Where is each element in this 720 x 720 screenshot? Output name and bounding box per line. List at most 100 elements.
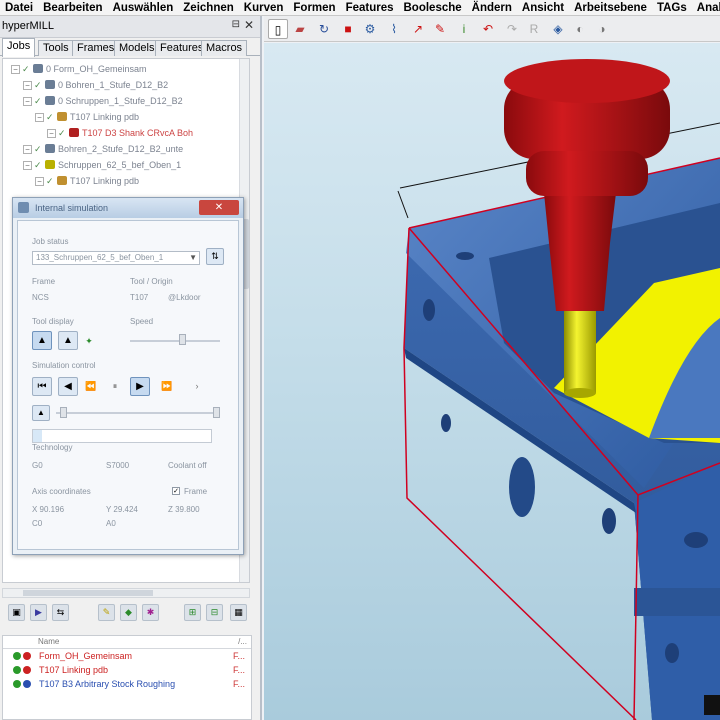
open-icon[interactable]: ▰ [290,19,310,39]
expand-icon[interactable]: − [47,129,56,138]
job-tool-icon[interactable]: ⊟ [206,604,223,621]
tool-display-solid-button[interactable]: ▲ [32,331,52,350]
menu-item-1[interactable]: Bearbeiten [38,0,107,15]
list-item[interactable]: T107 Linking pdb F... [3,663,251,677]
expand-icon[interactable]: − [35,113,44,122]
settings-icon[interactable]: ⚙ [360,19,380,39]
job-tool-icon[interactable]: ▣ [8,604,25,621]
rewind-button[interactable]: ⏮ [32,377,52,396]
edit-icon[interactable]: ✎ [430,19,450,39]
print-icon[interactable]: ■ [338,19,358,39]
job-status-select[interactable]: 133_Schruppen_62_5_bef_Oben_1 ▼ [32,251,200,265]
menu-item-7[interactable]: Boolesche [399,0,467,15]
check-icon[interactable]: ✓ [34,157,42,173]
menu-item-11[interactable]: TAGs [652,0,692,15]
menu-item-10[interactable]: Arbeitsebene [569,0,652,15]
menu-item-12[interactable]: Analy [692,0,720,15]
position-slider-end-thumb[interactable] [213,407,220,418]
expand-icon[interactable]: − [11,65,20,74]
measure-icon[interactable]: ↗ [408,19,428,39]
end-button[interactable]: › [188,378,206,395]
simulation-progress[interactable] [32,429,212,443]
tab-frames[interactable]: Frames [72,40,120,56]
expand-icon[interactable]: − [23,145,32,154]
cut-icon[interactable]: ⌇ [384,19,404,39]
dialog-title-bar[interactable]: Internal simulation ✕ [13,198,243,218]
check-icon[interactable]: ✓ [34,77,42,93]
play-icon[interactable]: ▶ [30,604,47,621]
list-item[interactable]: T107 B3 Arbitrary Stock Roughing F... [3,677,251,691]
job-tool-icon[interactable]: ✎ [98,604,115,621]
list-header-name[interactable]: Name [38,637,59,646]
info-icon[interactable]: i [454,19,474,39]
cad-viewport[interactable] [264,43,720,720]
menu-item-8[interactable]: Ändern [467,0,517,15]
job-pick-button[interactable]: ⇅ [206,248,224,265]
job-tool-icon[interactable]: ◆ [120,604,137,621]
check-icon[interactable]: ✓ [34,93,42,109]
menu-item-2[interactable]: Auswählen [108,0,179,15]
simulation-dialog: Internal simulation ✕ Job status 133_Sch… [12,197,244,555]
job-tool-icon[interactable]: ▦ [230,604,247,621]
simulation-control-label: Simulation control [32,361,96,370]
tree-item[interactable]: − ✓ T107 Linking pdb [3,173,249,189]
check-icon[interactable]: ✓ [22,61,30,77]
position-slider[interactable] [56,412,216,414]
pick-icon[interactable]: ◑ [592,19,612,39]
job-tool-icon[interactable]: ✱ [142,604,159,621]
tree-item[interactable]: − ✓ 0 Form_OH_Gemeinsam [3,61,249,77]
tree-item[interactable]: − ✓ 0 Bohren_1_Stufe_D12_B2 [3,77,249,93]
undo-icon[interactable]: ↶ [478,19,498,39]
menu-item-9[interactable]: Ansicht [517,0,569,15]
frame-checkbox[interactable]: ✓ [172,487,180,495]
menu-item-6[interactable]: Features [341,0,399,15]
speed-slider[interactable] [130,340,220,342]
expand-icon[interactable]: − [23,97,32,106]
pause-button[interactable]: ⏸ [106,378,124,395]
save-icon[interactable]: ↻ [314,19,334,39]
tab-tools[interactable]: Tools [38,40,74,56]
job-tool-icon[interactable]: ⇆ [52,604,69,621]
tab-macros[interactable]: Macros [201,40,248,56]
tree-item[interactable]: − ✓ T107 Linking pdb [3,109,249,125]
tool-display-path-button[interactable]: ✦ [80,333,98,350]
tab-jobs[interactable]: Jobs [2,38,36,57]
check-icon[interactable]: ✓ [46,173,54,189]
expand-icon[interactable]: − [23,161,32,170]
menu-item-4[interactable]: Kurven [239,0,289,15]
check-icon[interactable]: ✓ [34,141,42,157]
redo-icon[interactable]: ↷ [502,19,522,39]
tree-item[interactable]: − ✓ T107 D3 Shank CRvcA Boh [3,125,249,141]
rebuild-icon[interactable]: R [524,19,544,39]
cube-icon[interactable]: ◈ [548,19,568,39]
expand-icon[interactable]: − [23,81,32,90]
position-marker-button[interactable]: ▲ [32,405,50,421]
hscroll-thumb[interactable] [23,590,153,596]
hide-icon[interactable]: ◐ [570,19,590,39]
menu-item-3[interactable]: Zeichnen [178,0,238,15]
list-header-end[interactable]: /... [238,637,247,646]
pin-icon[interactable]: ⊟ [232,19,240,30]
check-icon[interactable]: ✓ [46,109,54,125]
tree-item[interactable]: − ✓ 0 Schruppen_1_Stufe_D12_B2 [3,93,249,109]
tree-item[interactable]: − ✓ Bohren_2_Stufe_D12_B2_unte [3,141,249,157]
menu-item-0[interactable]: Datei [0,0,38,15]
new-icon[interactable]: ▯ [268,19,288,39]
tree-item[interactable]: − ✓ Schruppen_62_5_bef_Oben_1 [3,157,249,173]
dialog-close-button[interactable]: ✕ [199,200,239,215]
position-slider-thumb[interactable] [60,407,67,418]
prev-button[interactable]: ⏪ [82,378,100,395]
job-tool-icon[interactable]: ⊞ [184,604,201,621]
list-item[interactable]: Form_OH_Gemeinsam F... [3,649,251,663]
step-back-button[interactable]: ◀ [58,377,78,396]
play-button[interactable]: ▶ [130,377,150,396]
menu-item-5[interactable]: Formen [288,0,340,15]
expand-icon[interactable]: − [35,177,44,186]
tool-display-shaded-button[interactable]: ▲ [58,331,78,350]
tab-models[interactable]: Models [114,40,160,56]
close-icon[interactable]: ✕ [244,18,254,32]
speed-slider-thumb[interactable] [179,334,186,345]
tree-hscrollbar[interactable] [2,588,250,598]
next-button[interactable]: ⏩ [158,378,176,395]
check-icon[interactable]: ✓ [58,125,66,141]
